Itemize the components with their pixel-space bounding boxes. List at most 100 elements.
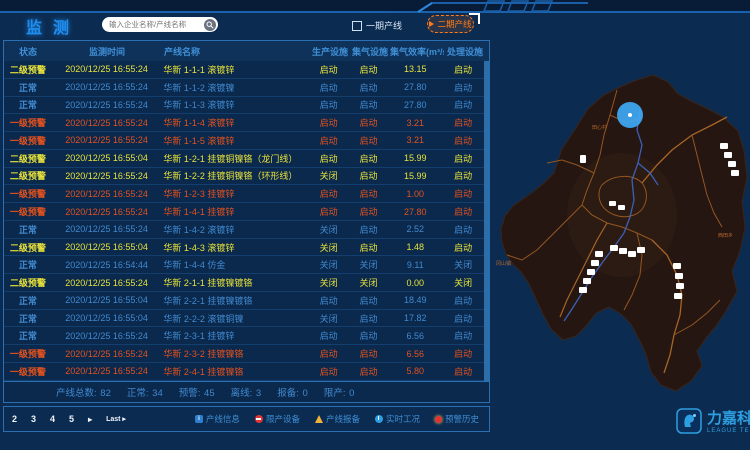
phase2-label: 二期产线 — [437, 18, 471, 30]
cell-gas: 启动 — [349, 329, 389, 342]
cell-treatment: 启动 — [442, 63, 484, 76]
table-row[interactable]: 正常2020/12/25 16:55:24华新 1-1-2 滚镀镍启动启动27.… — [4, 79, 484, 97]
cell-status: 正常 — [4, 294, 52, 307]
map-alert-dot — [628, 113, 632, 117]
cell-gas: 启动 — [349, 63, 389, 76]
legend-buttons: 产线信息 限产设备 产线报备 实时工况 预警历史 — [195, 413, 489, 425]
map-urban-area — [567, 153, 677, 277]
cell-efficiency: 1.00 — [388, 189, 442, 199]
table-row[interactable]: 二级预警2020/12/25 16:55:04华新 1-2-1 挂镀铜镍铬（龙门… — [4, 150, 484, 168]
cell-efficiency: 15.99 — [388, 171, 442, 181]
next-page-button[interactable]: ▸ — [88, 415, 92, 424]
cell-status: 正常 — [4, 258, 52, 271]
cell-production: 启动 — [309, 347, 349, 360]
cell-time: 2020/12/25 16:55:24 — [52, 135, 162, 145]
cell-efficiency: 9.11 — [388, 260, 442, 270]
cell-gas: 启动 — [349, 134, 389, 147]
page-button[interactable]: 2 — [12, 414, 17, 424]
history-dot-icon — [435, 416, 442, 423]
cell-name: 华新 2-4-1 挂镀镍铬 — [161, 365, 308, 378]
table-row[interactable]: 一级预警2020/12/25 16:55:24华新 1-2-3 挂镀锌启动启动1… — [4, 185, 484, 203]
table-row[interactable]: 二级预警2020/12/25 16:55:24华新 1-1-1 滚镀锌启动启动1… — [4, 61, 484, 79]
line-report-button[interactable]: 产线报备 — [315, 413, 360, 425]
cell-production: 启动 — [309, 116, 349, 129]
cell-efficiency: 3.21 — [388, 118, 442, 128]
alert-history-button[interactable]: 预警历史 — [435, 413, 479, 425]
cell-treatment: 启动 — [442, 98, 484, 111]
column-header: 集气效率(m³/s) — [390, 45, 444, 58]
summary-item: 限产0 — [324, 385, 355, 399]
table-row[interactable]: 一级预警2020/12/25 16:55:24华新 1-1-4 滚镀锌启动启动3… — [4, 114, 484, 132]
cell-treatment: 启动 — [442, 223, 484, 236]
column-header: 状态 — [4, 45, 52, 58]
page-button[interactable]: 5 — [69, 414, 74, 424]
table-row[interactable]: 正常2020/12/25 16:55:24华新 2-3-1 挂镀锌启动启动6.5… — [4, 327, 484, 345]
cell-name: 华新 1-4-2 滚镀锌 — [161, 223, 308, 236]
limit-equipment-button[interactable]: 限产设备 — [255, 413, 300, 425]
phase2-button[interactable]: 二期产线 — [427, 15, 474, 33]
checkbox-icon[interactable] — [352, 21, 362, 31]
table-row[interactable]: 正常2020/12/25 16:55:04华新 2-2-1 挂镀镍镀铬启动启动1… — [4, 292, 484, 310]
search-icon[interactable] — [204, 19, 216, 31]
league-logo: 力嘉科技 LEAGUE TECH — [676, 407, 750, 434]
cell-time: 2020/12/25 16:55:24 — [52, 366, 162, 376]
cell-time: 2020/12/25 16:55:24 — [52, 349, 162, 359]
line-info-button[interactable]: 产线信息 — [195, 413, 240, 425]
page-button[interactable]: 3 — [31, 414, 36, 424]
cell-production: 启动 — [309, 365, 349, 378]
last-page-button[interactable]: Last ▸ — [106, 415, 126, 423]
table-row[interactable]: 正常2020/12/25 16:55:24华新 1-4-2 滚镀锌关闭启动2.5… — [4, 221, 484, 239]
cell-production: 关闭 — [309, 276, 349, 289]
table-row[interactable]: 二级预警2020/12/25 16:55:24华新 1-2-2 挂镀铜镍铬（环形… — [4, 168, 484, 186]
table-row[interactable]: 一级预警2020/12/25 16:55:24华新 2-3-2 挂镀镍铬启动启动… — [4, 345, 484, 363]
cell-production: 关闭 — [309, 258, 349, 271]
table-row[interactable]: 一级预警2020/12/25 16:55:24华新 1-1-5 滚镀锌启动启动3… — [4, 132, 484, 150]
cell-gas: 启动 — [349, 116, 389, 129]
cell-time: 2020/12/25 16:55:04 — [52, 295, 162, 305]
legend-label: 产线信息 — [206, 413, 240, 425]
district-map[interactable]: 田心村 冈山镇 西田乡 — [492, 55, 750, 400]
cell-efficiency: 17.82 — [388, 313, 442, 323]
cell-gas: 启动 — [349, 347, 389, 360]
cell-production: 关闭 — [309, 241, 349, 254]
search-input[interactable] — [102, 19, 203, 30]
table-row[interactable]: 正常2020/12/25 16:55:04华新 2-2-2 滚镀铜镍关闭启动17… — [4, 310, 484, 328]
table-row[interactable]: 二级预警2020/12/25 16:55:24华新 2-1-1 挂镀镍镀铬关闭关… — [4, 274, 484, 292]
column-header: 监测时间 — [52, 45, 162, 58]
cell-efficiency: 6.56 — [388, 349, 442, 359]
cell-gas: 关闭 — [349, 258, 389, 271]
cell-status: 一级预警 — [4, 187, 52, 200]
column-header: 生产设施 — [310, 45, 350, 58]
cell-status: 二级预警 — [4, 241, 52, 254]
cell-treatment: 启动 — [442, 81, 484, 94]
cell-name: 华新 1-2-2 挂镀铜镍铬（环形线） — [161, 169, 308, 182]
cell-treatment: 启动 — [442, 312, 484, 325]
page-button[interactable]: 4 — [50, 414, 55, 424]
cell-time: 2020/12/25 16:55:24 — [52, 100, 162, 110]
cell-status: 一级预警 — [4, 347, 52, 360]
cell-treatment: 启动 — [442, 187, 484, 200]
scrollbar-thumb[interactable] — [484, 61, 489, 381]
realtime-condition-button[interactable]: 实时工况 — [375, 413, 420, 425]
table-row[interactable]: 一级预警2020/12/25 16:55:24华新 1-4-1 挂镀锌启动启动2… — [4, 203, 484, 221]
table-body: 二级预警2020/12/25 16:55:24华新 1-1-1 滚镀锌启动启动1… — [4, 61, 484, 381]
cell-time: 2020/12/25 16:55:04 — [52, 313, 162, 323]
cell-gas: 启动 — [349, 81, 389, 94]
cell-time: 2020/12/25 16:55:24 — [52, 207, 162, 217]
table-row[interactable]: 正常2020/12/25 16:54:44华新 1-4-4 仿金关闭关闭9.11… — [4, 256, 484, 274]
logo-icon — [676, 408, 702, 434]
summary-item: 报备0 — [277, 385, 308, 399]
table-row[interactable]: 一级预警2020/12/25 16:55:24华新 2-4-1 挂镀镍铬启动启动… — [4, 363, 484, 381]
cell-production: 关闭 — [309, 312, 349, 325]
cell-production: 启动 — [309, 329, 349, 342]
table-scrollbar[interactable] — [484, 61, 489, 381]
cell-gas: 启动 — [349, 187, 389, 200]
cell-gas: 启动 — [349, 152, 389, 165]
cell-treatment: 关闭 — [442, 276, 484, 289]
cell-efficiency: 2.52 — [388, 224, 442, 234]
table-row[interactable]: 正常2020/12/25 16:55:24华新 1-1-3 滚镀锌启动启动27.… — [4, 97, 484, 115]
corner-bracket — [469, 13, 480, 24]
table-row[interactable]: 二级预警2020/12/25 16:55:04华新 1-4-3 滚镀锌关闭启动1… — [4, 239, 484, 257]
phase1-checkbox[interactable]: 一期产线 — [352, 19, 402, 32]
search-box[interactable] — [102, 17, 218, 32]
